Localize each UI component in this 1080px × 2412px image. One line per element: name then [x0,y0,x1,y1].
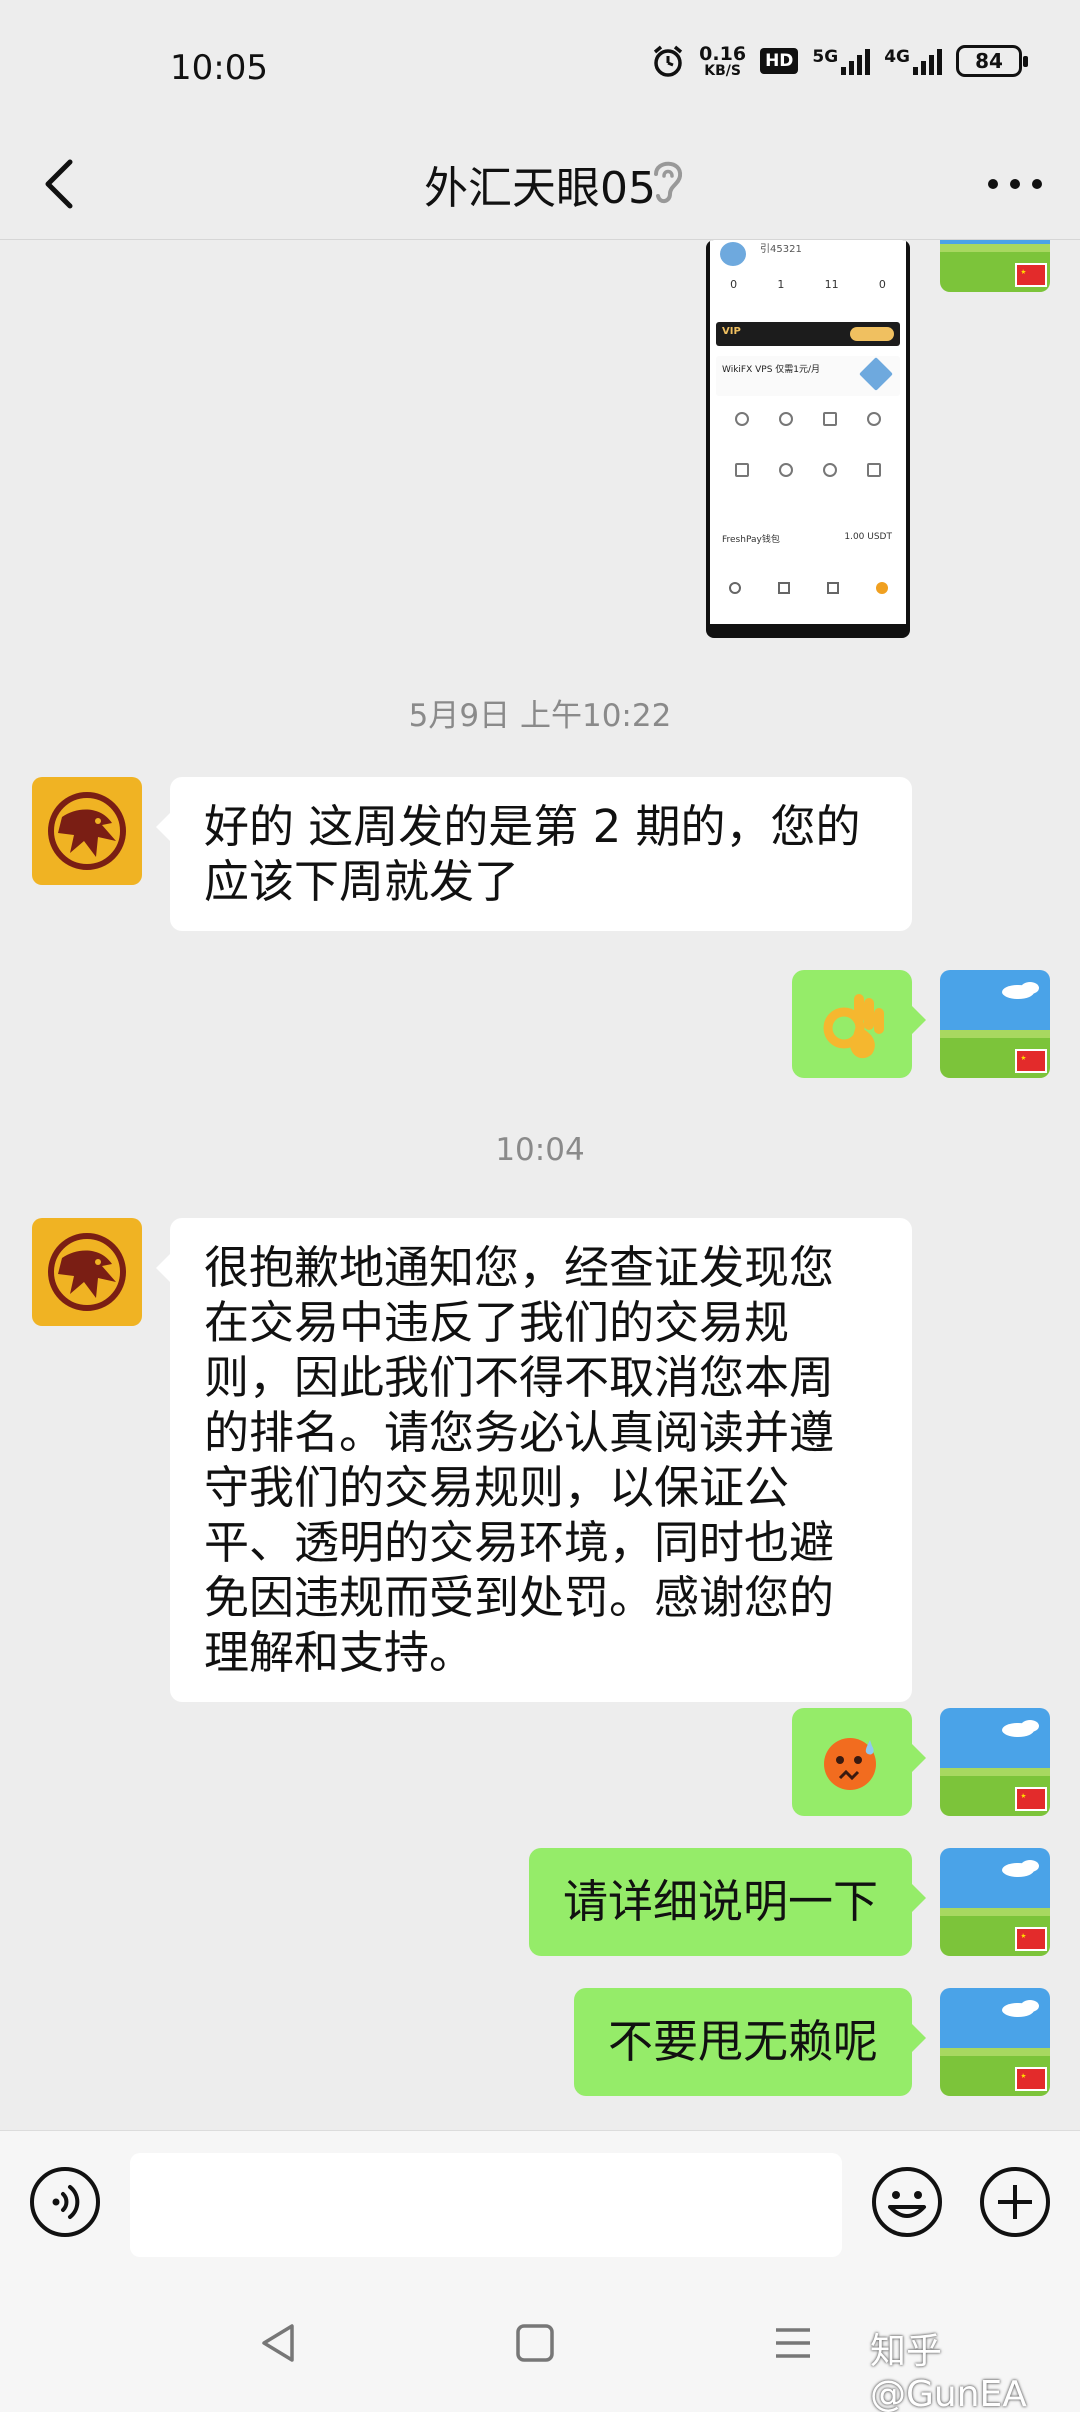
signal-5g: 5G [812,47,871,75]
earpiece-mode-icon [648,152,688,212]
landscape-avatar-icon [940,240,1050,292]
my-avatar[interactable] [940,1708,1050,1816]
thumb-icon-grid [720,412,896,498]
battery-level: 84 [975,49,1003,73]
status-time: 10:05 [170,48,268,88]
signal-4g: 4G [884,47,942,75]
thumb-user-id: 引45321 [760,244,802,255]
chat-title: 外汇天眼05 [424,163,656,214]
thumb-stats: 0 1 11 0 [730,278,886,291]
battery-icon: 84 [956,45,1028,77]
triangle-back-icon [262,2324,294,2362]
received-message[interactable]: 好的 这周发的是第 2 期的，您的应该下周就发了 [156,777,912,931]
agent-avatar[interactable] [32,1218,142,1326]
thumb-vps-card: WikiFX VPS 仅需1元/月 [716,356,900,396]
status-icons: 0.16 KB/S HD 5G 4G 84 [651,42,1028,79]
landscape-avatar-icon [940,1708,1050,1816]
received-message[interactable]: 很抱歉地通知您，经查证发现您在交易中违反了我们的交易规则，因此我们不得不取消您本… [156,1218,912,1702]
thumb-tabbar [710,582,906,594]
system-navigation-bar: 知乎 @GunEA [0,2278,1080,2412]
plus-circle-icon [980,2167,1050,2237]
message-input[interactable] [130,2153,842,2257]
hd-badge: HD [760,48,799,74]
system-back-button[interactable] [254,2318,304,2368]
landscape-avatar-icon [940,1988,1050,2096]
chat-header: 外汇天眼05 [0,128,1080,240]
sent-message[interactable]: 请详细说明一下 [528,1848,927,1956]
sent-emoji-message[interactable] [792,1708,926,1816]
signal-bars-icon [841,47,871,75]
sent-image-message[interactable]: 引45321 0 1 11 0 VIP WikiFX VPS 仅需1元/月 Fr… [706,240,910,638]
more-functions-button[interactable] [978,2165,1052,2239]
smiley-icon [872,2167,942,2237]
alarm-icon [654,45,683,77]
landscape-avatar-icon [940,970,1050,1078]
network-speed: 0.16 KB/S [699,42,747,79]
message-input-bar [0,2130,1080,2278]
voice-input-button[interactable] [28,2165,102,2239]
watermark: 知乎 @GunEA [870,2331,1027,2412]
eagle-logo-icon [32,1218,142,1326]
menu-lines-icon [776,2328,810,2358]
my-avatar[interactable] [940,240,1050,292]
more-options-button[interactable] [980,158,1050,210]
thumb-avatar [720,242,746,266]
square-home-icon [516,2324,554,2362]
sent-emoji-message[interactable] [792,970,926,1078]
chat-message-list[interactable]: 引45321 0 1 11 0 VIP WikiFX VPS 仅需1元/月 Fr… [0,240,1080,2130]
system-home-button[interactable] [510,2318,560,2368]
status-bar: 10:05 0.16 KB/S HD 5G 4G 84 [0,0,1080,140]
message-timestamp: 10:04 [495,1132,585,1168]
ok-hand-emoji-icon [823,994,884,1059]
voice-icon [30,2167,100,2237]
signal-bars-icon [913,47,942,75]
more-dots-icon [988,179,1042,189]
my-avatar[interactable] [940,1988,1050,2096]
my-avatar[interactable] [940,970,1050,1078]
thumb-wallet-row: FreshPay钱包 1.00 USDT [722,532,892,545]
emoji-button[interactable] [870,2165,944,2239]
thumb-vip-banner: VIP [716,322,900,346]
eagle-logo-icon [32,777,142,885]
system-recents-button[interactable] [768,2318,818,2368]
sweat-face-emoji-icon [824,1738,876,1790]
my-avatar[interactable] [940,1848,1050,1956]
landscape-avatar-icon [940,1848,1050,1956]
sent-message[interactable]: 不要甩无赖呢 [573,1988,927,2096]
agent-avatar[interactable] [32,777,142,885]
screenshot-thumbnail: 引45321 0 1 11 0 VIP WikiFX VPS 仅需1元/月 Fr… [710,240,906,624]
message-timestamp: 5月9日 上午10:22 [408,698,672,734]
